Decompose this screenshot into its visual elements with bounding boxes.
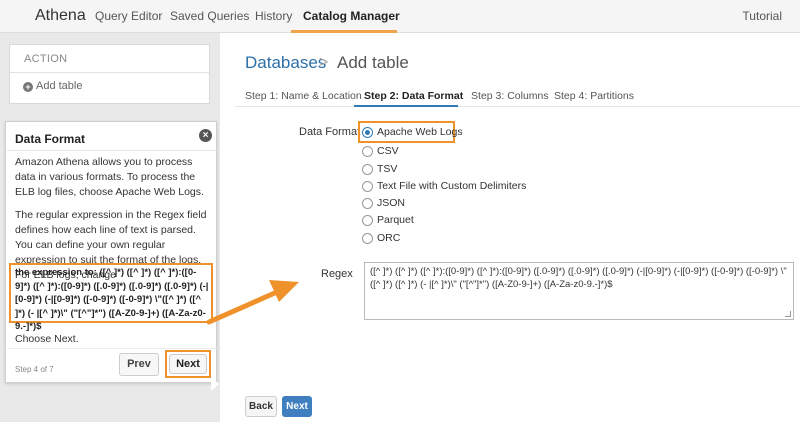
- add-table-label: Add table: [36, 80, 83, 92]
- format-option-label: ORC: [377, 232, 401, 244]
- close-icon[interactable]: ×: [199, 129, 212, 142]
- tutorial-tooltip: Data Format × Amazon Athena allows you t…: [5, 121, 219, 391]
- tooltip-divider: [7, 150, 217, 151]
- nav-history[interactable]: History: [255, 9, 292, 23]
- callout-arrow-icon: [207, 280, 299, 325]
- radio-icon[interactable]: [362, 233, 373, 244]
- step-name-location[interactable]: Step 1: Name & Location: [245, 90, 362, 102]
- active-step-indicator: [354, 105, 458, 107]
- nav-active-indicator: [291, 30, 397, 33]
- radio-icon[interactable]: [362, 164, 373, 175]
- nav-query-editor[interactable]: Query Editor: [95, 9, 162, 23]
- regex-label: Regex: [321, 268, 353, 280]
- format-option-label: JSON: [377, 197, 406, 209]
- radio-icon[interactable]: [362, 146, 373, 157]
- tooltip-title: Data Format: [15, 132, 86, 146]
- step-partitions[interactable]: Step 4: Partitions: [554, 90, 634, 102]
- action-header: ACTION: [10, 45, 209, 73]
- format-option-label: Text File with Custom Delimiters: [377, 180, 527, 192]
- resize-handle-icon[interactable]: [785, 311, 791, 317]
- format-option-label: Apache Web Logs: [377, 126, 463, 138]
- tooltip-prev-button[interactable]: Prev: [119, 353, 159, 376]
- data-format-label: Data Format: [299, 126, 361, 138]
- step-columns[interactable]: Step 3: Columns: [471, 90, 549, 102]
- tooltip-choose-next: Choose Next.: [15, 333, 79, 345]
- regex-value: ([^ ]*) ([^ ]*) ([^ ]*):([0-9]*) ([^ ]*)…: [370, 266, 787, 290]
- back-button[interactable]: Back: [245, 396, 277, 417]
- tooltip-regex-text: the expression to: ([^ ]*) ([^ ]*) ([^ ]…: [15, 267, 209, 332]
- format-option-label: Parquet: [377, 214, 414, 226]
- radio-checked-icon[interactable]: [362, 127, 373, 138]
- nav-catalog-manager[interactable]: Catalog Manager: [303, 9, 400, 23]
- radio-icon[interactable]: [362, 215, 373, 226]
- top-nav: Athena Query Editor Saved Queries Histor…: [0, 0, 800, 33]
- regex-textarea[interactable]: ([^ ]*) ([^ ]*) ([^ ]*):([0-9]*) ([^ ]*)…: [364, 262, 794, 320]
- action-panel: ACTION + Add table: [9, 44, 210, 104]
- tooltip-footer-divider: [7, 348, 217, 349]
- tooltip-paragraph-1: Amazon Athena allows you to process data…: [15, 156, 204, 198]
- format-option-label: TSV: [377, 163, 398, 175]
- page-title: Add table: [337, 53, 409, 72]
- tooltip-pointer: [211, 377, 219, 391]
- add-table-action[interactable]: + Add table: [10, 73, 209, 92]
- tooltip-next-button[interactable]: Next: [169, 354, 207, 374]
- wizard-steps-divider: [235, 106, 800, 107]
- radio-icon[interactable]: [362, 198, 373, 209]
- tooltip-next-highlight: Next: [165, 350, 211, 378]
- next-button[interactable]: Next: [282, 396, 312, 417]
- format-option-label: CSV: [377, 145, 399, 157]
- tutorial-link[interactable]: Tutorial: [742, 9, 782, 23]
- step-data-format[interactable]: Step 2: Data Format: [364, 90, 463, 102]
- breadcrumb-chevron-icon: >: [319, 54, 329, 71]
- app-brand[interactable]: Athena: [35, 7, 86, 25]
- radio-icon[interactable]: [362, 181, 373, 192]
- plus-circle-icon: +: [23, 82, 33, 92]
- nav-saved-queries[interactable]: Saved Queries: [170, 9, 249, 23]
- tutorial-step-counter: Step 4 of 7: [15, 365, 54, 374]
- breadcrumb-databases[interactable]: Databases: [245, 53, 326, 73]
